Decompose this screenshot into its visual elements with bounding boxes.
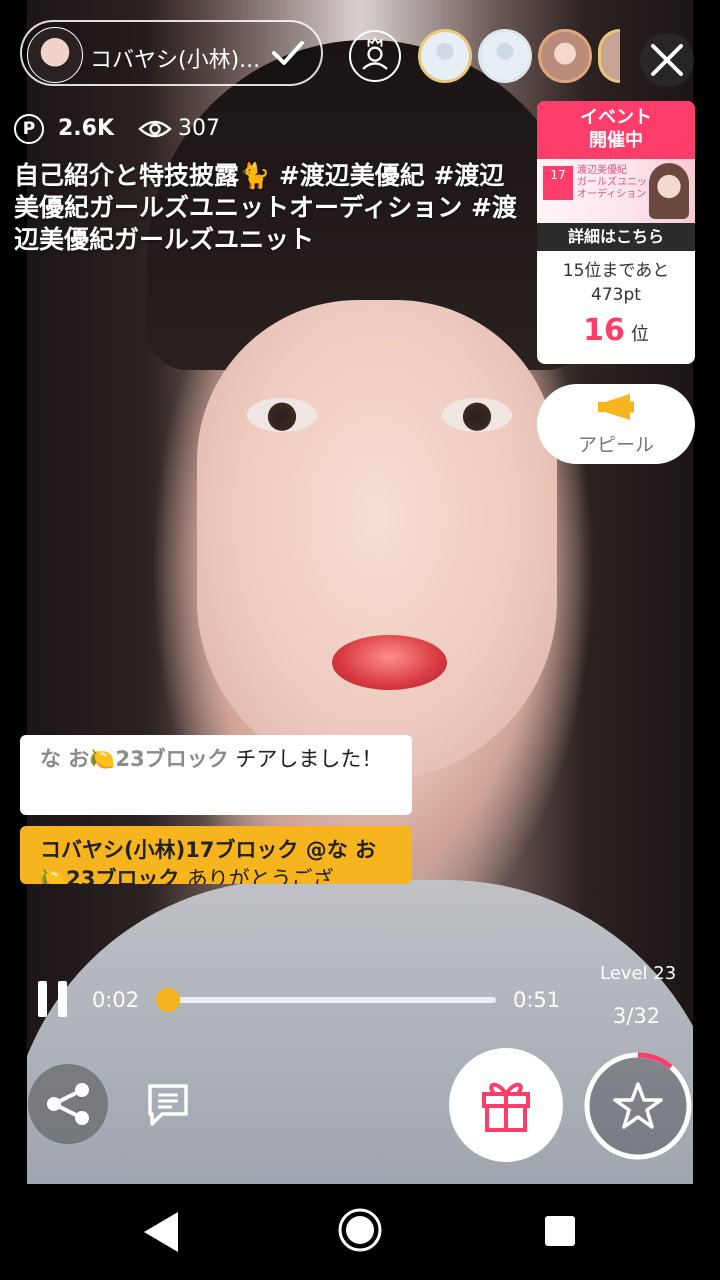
banner-portrait: [649, 163, 689, 219]
points-icon: P: [14, 114, 44, 144]
chat-text: ありがとうござ: [186, 867, 334, 884]
event-card[interactable]: イベント 開催中 17 渡辺美優紀 ガールズユニット オーディション 詳細はこち…: [537, 101, 695, 364]
gift-button[interactable]: [449, 1048, 563, 1162]
chat-message[interactable]: コバヤシ(小林)17ブロック @な お🍋23ブロック ありがとうござ: [20, 826, 412, 884]
viewer-avatar[interactable]: [538, 29, 592, 83]
view-count: 307: [178, 116, 220, 141]
event-details-link[interactable]: 詳細はこちら: [537, 223, 695, 251]
current-time: 0:02: [92, 988, 140, 1012]
left-eye: [247, 398, 317, 432]
face-shape: [197, 300, 557, 780]
host-name: コバヤシ(小林)...: [90, 48, 261, 73]
level-count: 3/32: [613, 1004, 661, 1028]
event-banner: 17 渡辺美優紀 ガールズユニット オーディション: [537, 159, 695, 223]
banner-line: 渡辺美優紀: [577, 165, 627, 176]
close-button[interactable]: [640, 33, 694, 87]
end-time: 0:51: [513, 988, 561, 1012]
eye-icon: [138, 120, 172, 138]
recent-apps-icon[interactable]: [545, 1216, 575, 1246]
banner-line: オーディション: [577, 189, 647, 200]
viewer-avatar[interactable]: [478, 29, 532, 83]
event-remaining: 15位まであと 473pt: [537, 259, 695, 307]
right-eye: [442, 398, 512, 432]
seek-bar[interactable]: [166, 997, 496, 1003]
banner-logo: 17: [543, 166, 573, 200]
lips: [332, 635, 447, 690]
star-icon: [584, 1052, 692, 1160]
back-icon[interactable]: [142, 1210, 182, 1254]
remaining-points: 473pt: [591, 285, 641, 305]
pause-icon: [58, 981, 67, 1017]
pause-button[interactable]: [38, 981, 68, 1017]
pause-icon: [38, 981, 47, 1017]
appeal-button[interactable]: アピール: [537, 384, 695, 464]
host-avatar[interactable]: [27, 27, 83, 83]
chat-text: チアしました！: [235, 747, 383, 771]
rank-unit: 位: [630, 324, 649, 345]
banner-line: ガールズユニット: [577, 177, 657, 188]
close-icon: [651, 44, 683, 76]
seek-handle[interactable]: [155, 988, 180, 1012]
chat-icon: [148, 1084, 188, 1126]
viewer-avatar[interactable]: [418, 29, 472, 83]
appeal-label: アピール: [577, 434, 654, 456]
rank-number: 16: [583, 313, 625, 348]
host-profile-pill[interactable]: コバヤシ(小林)...: [20, 20, 323, 86]
crown-icon[interactable]: [349, 30, 401, 82]
event-header: イベント 開催中: [537, 101, 695, 159]
share-icon: [47, 1083, 89, 1125]
banner-text: 渡辺美優紀 ガールズユニット オーディション: [577, 165, 657, 201]
gift-icon: [482, 1082, 530, 1132]
level-label: Level 23: [600, 963, 677, 984]
stream-title: 自己紹介と特技披露🐈 #渡辺美優紀 #渡辺美優紀ガールズユニットオーディション …: [14, 161, 517, 254]
check-icon[interactable]: [269, 34, 307, 72]
share-button[interactable]: [28, 1064, 108, 1144]
chat-user: な お🍋23ブロック: [40, 747, 229, 771]
points-value: 2.6K: [58, 116, 115, 141]
home-icon[interactable]: [337, 1207, 383, 1253]
event-header-text: イベント 開催中: [580, 107, 652, 151]
chat-message[interactable]: な お🍋23ブロック チアしました！: [20, 735, 412, 815]
star-button[interactable]: [582, 1050, 694, 1162]
chat-button[interactable]: [128, 1064, 208, 1144]
remaining-line: 15位まであと: [562, 261, 670, 281]
event-rank: 16 位: [537, 313, 695, 348]
megaphone-icon: [598, 394, 634, 420]
